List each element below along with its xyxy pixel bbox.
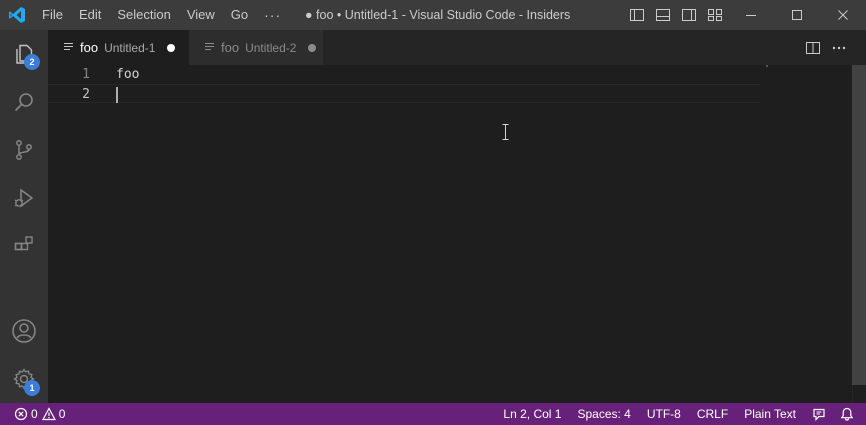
- maximize-icon[interactable]: [774, 0, 820, 30]
- warning-icon: [41, 407, 56, 421]
- status-bar: 0 0 Ln 2, Col 1 Spaces: 4 UTF-8 CRLF Pla…: [0, 403, 866, 425]
- source-control-icon[interactable]: [0, 126, 48, 174]
- menu-edit[interactable]: Edit: [71, 0, 109, 30]
- editor-actions: [800, 30, 852, 65]
- editor-tab-bar: foo Untitled-1 foo Untitled-2: [48, 30, 866, 65]
- manage-gear-icon[interactable]: 1: [0, 355, 48, 403]
- vertical-scrollbar[interactable]: [852, 65, 866, 403]
- explorer-icon[interactable]: 2: [0, 30, 48, 78]
- toggle-primary-sidebar-icon[interactable]: [624, 0, 650, 30]
- menu-bar: File Edit Selection View Go ···: [34, 0, 289, 30]
- tab-untitled-2[interactable]: foo Untitled-2: [189, 30, 323, 65]
- mouse-ibeam-icon: [502, 124, 509, 144]
- vscode-insiders-logo-icon[interactable]: [0, 0, 34, 30]
- run-and-debug-icon[interactable]: [0, 174, 48, 222]
- toggle-panel-icon[interactable]: [650, 0, 676, 30]
- window-title: ● foo • Untitled-1 - Visual Studio Code …: [305, 8, 571, 22]
- tab-name: foo: [80, 40, 99, 55]
- scrollbar-thumb[interactable]: [852, 65, 866, 385]
- close-icon[interactable]: [820, 0, 866, 30]
- unsaved-dot-icon[interactable]: [167, 43, 176, 52]
- error-icon: [14, 407, 28, 421]
- window-controls: [728, 0, 866, 30]
- title-bar: File Edit Selection View Go ··· ● foo • …: [0, 0, 866, 30]
- activity-bar: 2 1: [0, 30, 48, 403]
- cursor-position[interactable]: Ln 2, Col 1: [496, 403, 568, 425]
- indentation-setting[interactable]: Spaces: 4: [568, 403, 637, 425]
- eol-setting[interactable]: CRLF: [688, 403, 735, 425]
- layout-controls: [624, 0, 728, 30]
- tab-description: Untitled-1: [104, 40, 156, 55]
- tab-name: foo: [221, 40, 240, 55]
- tab-untitled-1[interactable]: foo Untitled-1: [48, 30, 189, 65]
- tab-description: Untitled-2: [245, 40, 297, 55]
- customize-layout-icon[interactable]: [702, 0, 728, 30]
- code-line: 1 foo: [48, 65, 760, 84]
- file-lines-icon: [64, 40, 74, 55]
- code-line-current: 2: [48, 84, 760, 103]
- line-number: 2: [82, 87, 90, 102]
- manage-badge: 1: [24, 380, 40, 396]
- split-editor-icon[interactable]: [800, 30, 826, 65]
- feedback-icon[interactable]: [803, 403, 833, 425]
- search-icon[interactable]: [0, 78, 48, 126]
- menu-go[interactable]: Go: [223, 0, 256, 30]
- explorer-badge: 2: [24, 54, 40, 70]
- toggle-secondary-sidebar-icon[interactable]: [676, 0, 702, 30]
- file-lines-icon: [205, 40, 215, 55]
- problems-indicator[interactable]: 0 0: [12, 403, 72, 425]
- menu-selection[interactable]: Selection: [109, 0, 178, 30]
- error-count: 0: [31, 407, 38, 421]
- unsaved-dot-icon[interactable]: [308, 43, 317, 52]
- accounts-icon[interactable]: [0, 307, 48, 355]
- menu-view[interactable]: View: [179, 0, 223, 30]
- warning-count: 0: [58, 407, 66, 421]
- menu-file[interactable]: File: [34, 0, 71, 30]
- line-number: 1: [82, 67, 90, 82]
- minimize-icon[interactable]: [728, 0, 774, 30]
- line-text: foo: [116, 67, 140, 82]
- text-cursor: [116, 87, 118, 103]
- menu-more-icon[interactable]: ···: [256, 0, 289, 30]
- language-mode[interactable]: Plain Text: [735, 403, 803, 425]
- editor-area[interactable]: 1 foo 2: [48, 65, 866, 403]
- more-actions-icon[interactable]: [826, 30, 852, 65]
- extensions-icon[interactable]: [0, 222, 48, 270]
- encoding-setting[interactable]: UTF-8: [638, 403, 688, 425]
- overview-marker: [766, 65, 768, 67]
- notifications-bell-icon[interactable]: [833, 403, 866, 425]
